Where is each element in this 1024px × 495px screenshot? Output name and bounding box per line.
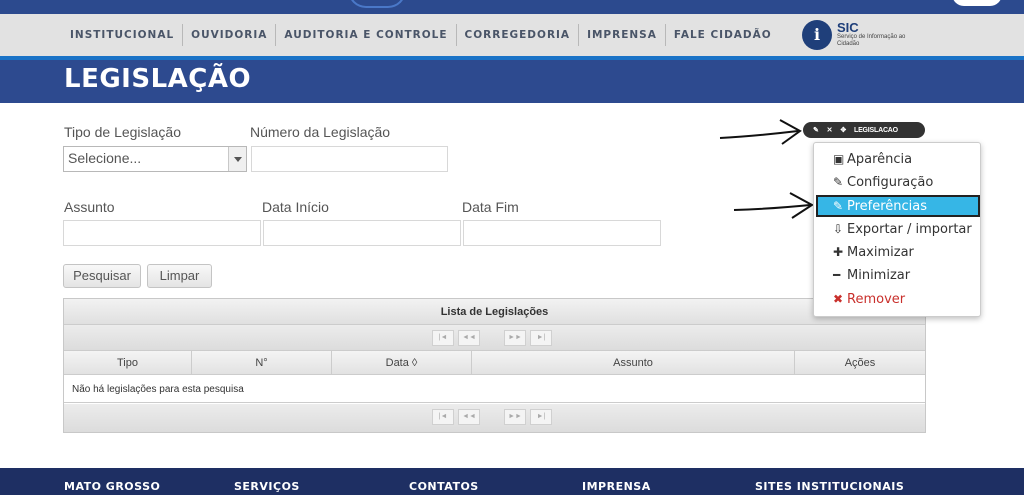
- prev-page-button[interactable]: ◄◄: [458, 330, 480, 346]
- assunto-label: Assunto: [64, 199, 115, 215]
- last-page-button[interactable]: ►|: [530, 409, 552, 425]
- footer-contatos[interactable]: CONTATOS: [409, 480, 479, 493]
- menu-item-maximizar[interactable]: ✚ Maximizar: [814, 241, 980, 263]
- portlet-title: LEGISLACAO: [854, 126, 898, 134]
- pesquisar-button[interactable]: Pesquisar: [63, 264, 141, 288]
- last-page-button[interactable]: ►|: [530, 330, 552, 346]
- move-icon[interactable]: ✥: [840, 126, 846, 134]
- top-navigation: INSTITUCIONAL OUVIDORIA AUDITORIA E CONT…: [0, 14, 1024, 56]
- col-data[interactable]: Data ◊: [332, 351, 472, 375]
- minus-icon: ━: [833, 268, 841, 282]
- menu-item-preferencias[interactable]: ✎ Preferências: [816, 195, 980, 217]
- limpar-button[interactable]: Limpar: [147, 264, 212, 288]
- first-page-button[interactable]: |◄: [432, 409, 454, 425]
- header-decoration: [952, 0, 1002, 6]
- col-tipo[interactable]: Tipo: [64, 351, 192, 375]
- menu-item-minimizar[interactable]: ━ Minimizar: [814, 264, 980, 286]
- tipo-label: Tipo de Legislação: [64, 124, 182, 140]
- assunto-input[interactable]: [63, 220, 261, 246]
- close-icon[interactable]: ✕: [827, 126, 833, 134]
- nav-item-auditoria[interactable]: AUDITORIA E CONTROLE: [276, 24, 457, 46]
- next-page-button[interactable]: ►►: [504, 409, 526, 425]
- col-acoes: Ações: [844, 357, 876, 369]
- nav-item-corregedoria[interactable]: CORREGEDORIA: [457, 24, 580, 46]
- footer: MATO GROSSO SERVIÇOS CONTATOS IMPRENSA S…: [0, 468, 1024, 495]
- footer-servicos[interactable]: SERVIÇOS: [234, 480, 300, 493]
- nav-item-institucional[interactable]: INSTITUCIONAL: [64, 24, 184, 46]
- header-logo-arc: [348, 0, 406, 8]
- next-page-button[interactable]: ►►: [504, 330, 526, 346]
- nav-item-imprensa[interactable]: IMPRENSA: [579, 24, 666, 46]
- col-assunto[interactable]: Assunto: [472, 351, 795, 375]
- legislacoes-grid: Lista de Legislações |◄ ◄◄ ►► ►| Tipo N°…: [63, 298, 926, 433]
- grid-caption: Lista de Legislações: [64, 299, 925, 325]
- page: INSTITUCIONAL OUVIDORIA AUDITORIA E CONT…: [0, 0, 1024, 495]
- portlet-menu: ▣ Aparência ✎ Configuração ✎ Preferências ⇩…: [813, 142, 981, 317]
- annotation-arrow-top: [719, 119, 802, 145]
- tipo-select-value: Selecione...: [68, 150, 142, 166]
- portlet-toolbar: ✎ ✕ ✥ LEGISLACAO: [803, 122, 925, 138]
- nav-item-ouvidoria[interactable]: OUVIDORIA: [183, 24, 277, 46]
- image-icon: ▣: [833, 152, 845, 166]
- edit-icon: ✎: [833, 199, 844, 213]
- sic-link[interactable]: i SIC Serviço de Informação ao Cidadão: [802, 20, 917, 50]
- sic-title: SIC: [837, 20, 859, 35]
- annotation-arrow-middle: [733, 192, 814, 219]
- data-fim-input[interactable]: [463, 220, 661, 246]
- grid-header: Tipo N° Data ◊ Assunto Ações: [64, 351, 925, 375]
- col-numero[interactable]: N°: [192, 351, 332, 375]
- sic-logo-icon: i: [802, 20, 832, 50]
- remove-icon: ✖: [833, 292, 844, 306]
- sic-subtitle: Serviço de Informação ao Cidadão: [837, 34, 906, 47]
- wrench-icon: ✎: [833, 175, 844, 189]
- grid-pager-top: |◄ ◄◄ ►► ►|: [64, 325, 925, 351]
- menu-item-exportar-importar[interactable]: ⇩ Exportar / importar: [814, 218, 980, 240]
- download-icon: ⇩: [833, 222, 844, 236]
- footer-sites-institucionais[interactable]: SITES INSTITUCIONAIS: [755, 480, 904, 493]
- menu-item-configuracao[interactable]: ✎ Configuração: [814, 171, 980, 193]
- page-title: LEGISLAÇÃO: [64, 64, 252, 94]
- first-page-button[interactable]: |◄: [432, 330, 454, 346]
- footer-mato-grosso[interactable]: MATO GROSSO: [64, 480, 160, 493]
- grid-pager-bottom: |◄ ◄◄ ►► ►|: [64, 404, 925, 432]
- tipo-select[interactable]: Selecione...: [63, 146, 247, 172]
- numero-label: Número da Legislação: [250, 124, 391, 140]
- top-strip: [0, 0, 1024, 14]
- numero-input[interactable]: [251, 146, 448, 172]
- plus-icon: ✚: [833, 245, 844, 259]
- title-band: LEGISLAÇÃO: [0, 60, 1024, 103]
- grid-empty-message: Não há legislações para esta pesquisa: [64, 375, 925, 403]
- nav-item-fale-cidadao[interactable]: FALE CIDADÃO: [666, 24, 780, 46]
- menu-item-aparencia[interactable]: ▣ Aparência: [814, 148, 980, 170]
- data-inicio-label: Data Início: [262, 199, 329, 215]
- data-fim-label: Data Fim: [462, 199, 519, 215]
- chevron-down-icon[interactable]: [228, 147, 246, 171]
- wrench-icon[interactable]: ✎: [813, 126, 819, 134]
- menu-item-remover[interactable]: ✖ Remover: [814, 288, 980, 310]
- data-inicio-input[interactable]: [263, 220, 461, 246]
- footer-imprensa[interactable]: IMPRENSA: [582, 480, 651, 493]
- prev-page-button[interactable]: ◄◄: [458, 409, 480, 425]
